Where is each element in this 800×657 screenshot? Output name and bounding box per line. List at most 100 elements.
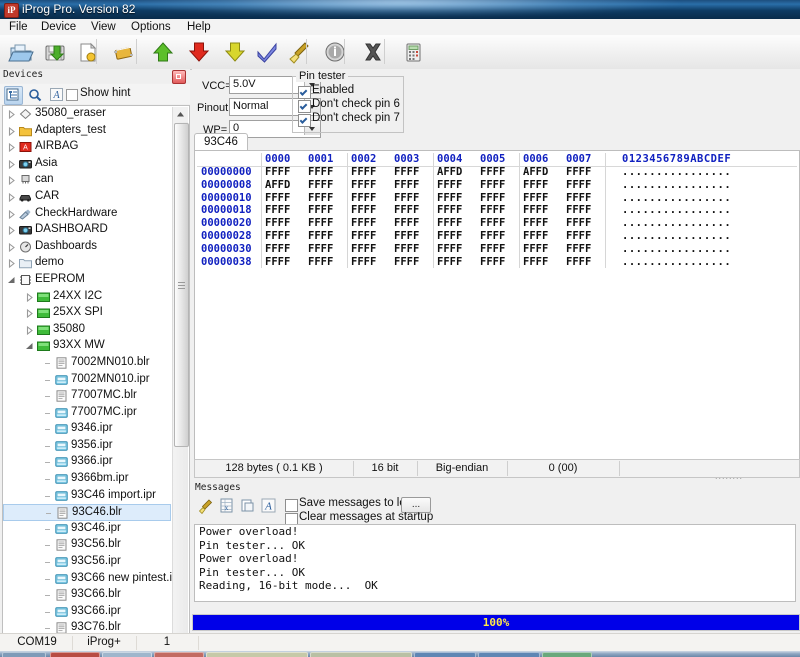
tree-item[interactable]: 25XX SPI xyxy=(3,305,171,322)
hex-cell[interactable]: FFFF xyxy=(394,204,419,216)
hex-cell[interactable]: FFFF xyxy=(265,192,290,204)
taskbar-item[interactable] xyxy=(154,652,204,657)
hex-cell[interactable]: FFFF xyxy=(566,192,591,204)
hex-cell[interactable]: FFFF xyxy=(480,204,505,216)
hex-cell[interactable]: FFFF xyxy=(308,243,333,255)
search-button[interactable] xyxy=(26,86,45,105)
tree-expand-arrow-icon[interactable] xyxy=(7,143,16,153)
tree-item[interactable]: 93XX MW xyxy=(3,338,171,355)
pintester-skip-pin6-checkbox[interactable] xyxy=(298,100,311,113)
taskbar-item[interactable] xyxy=(414,652,476,657)
tree-item[interactable]: 7002MN010.ipr xyxy=(3,372,171,389)
hex-cell[interactable]: FFFF xyxy=(437,192,462,204)
show-hint-checkbox[interactable] xyxy=(66,89,78,101)
tree-item[interactable]: 24XX I2C xyxy=(3,289,171,306)
hex-cell[interactable]: FFFF xyxy=(351,166,376,178)
hex-editor[interactable]: 0000 0001 0002 0003 0004 0005 0006 0007 01234567… xyxy=(194,150,800,462)
hex-cell[interactable]: FFFF xyxy=(566,256,591,268)
devices-panel-close-icon[interactable] xyxy=(172,70,186,84)
tree-expand-arrow-icon[interactable] xyxy=(7,192,16,203)
hex-cell[interactable]: FFFF xyxy=(308,256,333,268)
tree-expand-arrow-icon[interactable] xyxy=(7,242,16,252)
export-messages-button[interactable]: x xyxy=(219,498,236,515)
tree-item[interactable]: 77007MC.ipr xyxy=(3,405,171,422)
hex-row[interactable]: 00000020 FFFF FFFF FFFF FFFF FFFF FFFF FFFF FFFF… xyxy=(197,217,797,230)
menu-item-view[interactable]: View xyxy=(86,20,121,34)
hex-cell[interactable]: FFFF xyxy=(351,256,376,268)
taskbar-item[interactable] xyxy=(102,652,152,657)
hex-cell[interactable]: FFFF xyxy=(308,179,333,191)
tree-item[interactable]: can xyxy=(3,172,171,189)
tree-expand-arrow-icon[interactable] xyxy=(7,209,16,219)
hex-cell[interactable]: FFFF xyxy=(437,204,462,216)
tree-collapse-arrow-icon[interactable] xyxy=(25,342,34,351)
pintester-skip-pin7-checkbox[interactable] xyxy=(298,114,311,127)
hex-cell[interactable]: FFFF xyxy=(480,166,505,178)
hex-row[interactable]: 00000028 FFFF FFFF FFFF FFFF FFFF FFFF FFFF FFFF… xyxy=(197,230,797,243)
new-file-button[interactable] xyxy=(72,37,102,67)
hex-cell[interactable]: FFFF xyxy=(480,217,505,229)
tree-expand-arrow-icon[interactable] xyxy=(25,292,34,302)
tree-item[interactable]: 93C66.blr xyxy=(3,587,171,604)
tree-expand-arrow-icon[interactable] xyxy=(7,126,16,136)
hex-ascii[interactable]: ................ xyxy=(622,230,731,242)
hex-cell[interactable]: FFFF xyxy=(394,243,419,255)
erase-button[interactable] xyxy=(284,37,314,67)
hex-cell[interactable]: FFFF xyxy=(523,204,548,216)
hex-cell[interactable]: FFFF xyxy=(308,217,333,229)
hex-cell[interactable]: AFFD xyxy=(437,166,462,178)
hex-row[interactable]: 00000038 FFFF FFFF FFFF FFFF FFFF FFFF FFFF FFFF… xyxy=(197,256,797,269)
tree-item[interactable]: demo xyxy=(3,255,171,272)
tree-expand-arrow-icon[interactable] xyxy=(7,226,16,236)
verify-button[interactable] xyxy=(220,37,250,67)
tree-item[interactable]: 93C66 new pintest.ipr xyxy=(3,571,182,588)
select-chip-button[interactable] xyxy=(108,37,138,67)
taskbar-item[interactable] xyxy=(50,652,100,657)
tree-item[interactable]: A AIRBAG xyxy=(3,139,171,156)
hex-cell[interactable]: FFFF xyxy=(394,230,419,242)
tree-expand-arrow-icon[interactable] xyxy=(7,259,16,269)
tree-item[interactable]: 9366.ipr xyxy=(3,454,171,471)
hex-ascii[interactable]: ................ xyxy=(622,179,731,191)
hex-cell[interactable]: FFFF xyxy=(523,256,548,268)
menu-item-device[interactable]: Device xyxy=(36,20,81,34)
hex-cell[interactable]: FFFF xyxy=(437,179,462,191)
hex-ascii[interactable]: ................ xyxy=(622,192,731,204)
menu-item-help[interactable]: Help xyxy=(182,20,216,34)
tree-item[interactable]: 93C46.ipr xyxy=(3,521,171,538)
tree-item[interactable]: 93C46 import.ipr xyxy=(3,488,171,505)
tree-item[interactable]: Dashboards xyxy=(3,239,171,256)
open-file-button[interactable] xyxy=(6,37,36,67)
hex-ascii[interactable]: ................ xyxy=(622,243,731,255)
tree-item[interactable]: CheckHardware xyxy=(3,206,171,223)
hex-cell[interactable]: FFFF xyxy=(437,243,462,255)
write-button[interactable] xyxy=(184,37,214,67)
hex-cell[interactable]: FFFF xyxy=(265,217,290,229)
scroll-thumb[interactable] xyxy=(174,123,189,447)
hex-cell[interactable]: FFFF xyxy=(308,230,333,242)
tree-item[interactable]: 93C56.ipr xyxy=(3,554,171,571)
hex-cell[interactable]: FFFF xyxy=(566,230,591,242)
tree-item[interactable]: EEPROM xyxy=(3,272,171,289)
hex-cell[interactable]: FFFF xyxy=(394,256,419,268)
tree-item[interactable]: Asia xyxy=(3,156,171,173)
hex-cell[interactable]: FFFF xyxy=(437,230,462,242)
hex-cell[interactable]: FFFF xyxy=(480,192,505,204)
tree-item[interactable]: 93C56.blr xyxy=(3,537,171,554)
hex-cell[interactable]: FFFF xyxy=(566,166,591,178)
menu-item-options[interactable]: Options xyxy=(126,20,176,34)
hex-ascii[interactable]: ................ xyxy=(622,204,731,216)
hex-cell[interactable]: FFFF xyxy=(351,179,376,191)
hex-cell[interactable]: FFFF xyxy=(351,204,376,216)
hex-cell[interactable]: FFFF xyxy=(437,217,462,229)
resize-grip[interactable]: ........ xyxy=(715,471,797,481)
font-button[interactable]: A xyxy=(48,86,67,105)
tree-expand-arrow-icon[interactable] xyxy=(7,176,16,186)
hex-cell[interactable]: FFFF xyxy=(523,192,548,204)
tree-item[interactable]: 77007MC.blr xyxy=(3,388,171,405)
hex-cell[interactable]: FFFF xyxy=(265,204,290,216)
devices-tree[interactable]: 35080_eraser Adapters_test A AIRBAG Asia can C… xyxy=(2,105,190,657)
hex-cell[interactable]: FFFF xyxy=(351,230,376,242)
tree-item[interactable]: 9346.ipr xyxy=(3,421,171,438)
info-button[interactable] xyxy=(320,37,350,67)
